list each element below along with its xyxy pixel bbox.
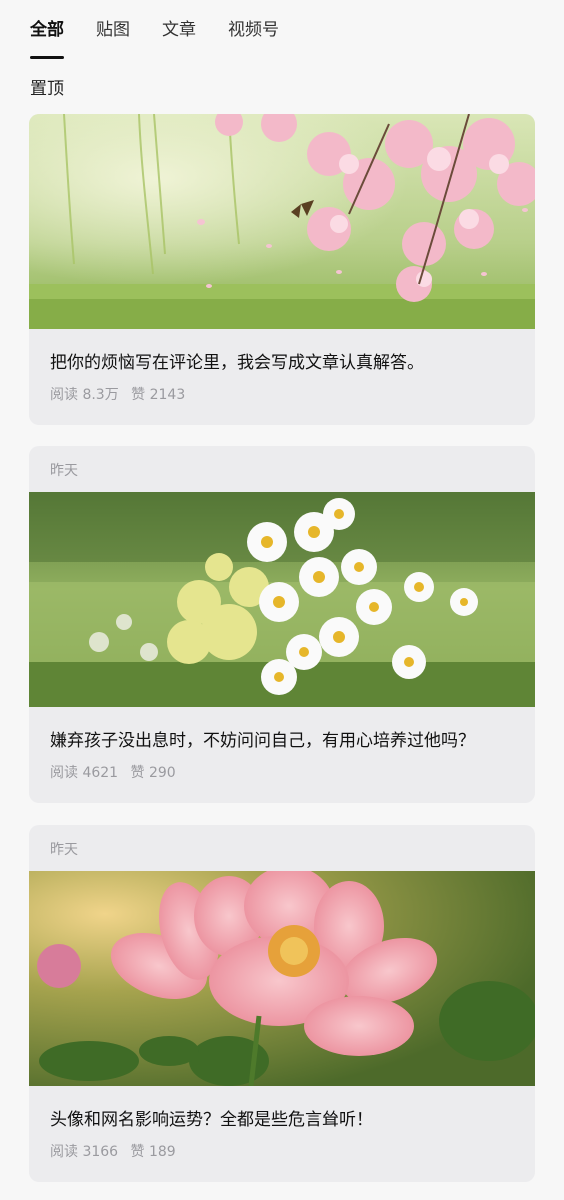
article-date: 昨天 bbox=[50, 463, 78, 479]
article-stats: 阅读 8.3万 赞 2143 bbox=[50, 384, 515, 404]
article-title: 嫌弃孩子没出息时，不妨问问自己，有用心培养过他吗？ bbox=[50, 731, 475, 751]
read-count: 阅读 4621 bbox=[50, 765, 119, 781]
read-count: 阅读 3166 bbox=[50, 1144, 119, 1160]
article-card[interactable]: 昨天 bbox=[29, 825, 535, 1182]
article-title: 头像和网名影响运势？全都是些危言耸听！ bbox=[50, 1110, 373, 1130]
article-stats: 阅读 4621 赞 290 bbox=[50, 762, 515, 782]
read-count: 阅读 8.3万 bbox=[50, 387, 119, 403]
tab-channels[interactable]: 视频号 bbox=[228, 16, 279, 52]
peony-image bbox=[29, 871, 535, 1086]
tab-articles[interactable]: 文章 bbox=[162, 16, 196, 52]
tab-all[interactable]: 全部 bbox=[30, 16, 64, 59]
article-card-pinned[interactable]: 把你的烦恼写在评论里，我会写成文章认真解答。 阅读 8.3万 赞 2143 bbox=[29, 114, 535, 425]
like-count: 赞 2143 bbox=[131, 387, 186, 403]
article-stats: 阅读 3166 赞 189 bbox=[50, 1141, 515, 1161]
cherry-blossom-image bbox=[29, 114, 535, 329]
article-date: 昨天 bbox=[50, 842, 78, 858]
like-count: 赞 290 bbox=[130, 765, 176, 781]
tab-image-posts[interactable]: 贴图 bbox=[96, 16, 130, 52]
tab-bar: 全部 贴图 文章 视频号 bbox=[30, 16, 279, 59]
daisy-bouquet-image bbox=[29, 492, 535, 707]
pinned-section-title: 置顶 bbox=[30, 79, 64, 99]
like-count: 赞 189 bbox=[130, 1144, 176, 1160]
article-card[interactable]: 昨天 bbox=[29, 446, 535, 803]
article-title: 把你的烦恼写在评论里，我会写成文章认真解答。 bbox=[50, 353, 424, 373]
